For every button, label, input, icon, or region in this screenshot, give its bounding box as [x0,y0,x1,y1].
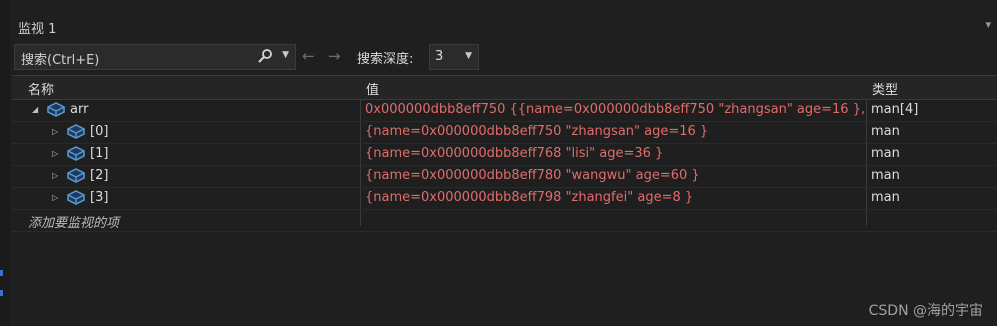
watermark: CSDN @海的宇宙 [868,303,983,319]
search-depth-label: 搜索深度: [357,52,414,67]
expand-triangle-icon[interactable]: ▷ [52,127,58,136]
row-name: [1] [90,146,109,161]
search-icon[interactable] [257,48,273,68]
row-name: [0] [90,124,109,139]
search-input[interactable]: 搜索(Ctrl+E) ▼ [14,44,296,70]
column-header-value[interactable]: 值 [366,79,379,98]
expand-triangle-icon[interactable]: ▷ [52,171,58,180]
watch-grid: 名称 值 类型 ◢ arr 0x000000dbb8eff750 {{name=… [12,75,997,232]
edge-marker [0,290,3,296]
row-value[interactable]: {name=0x000000dbb8eff750 "zhangsan" age=… [365,124,865,139]
object-icon [66,145,86,165]
expand-triangle-icon[interactable]: ▷ [52,149,58,158]
table-row[interactable]: ◢ arr 0x000000dbb8eff750 {{name=0x000000… [12,100,997,122]
grid-header: 名称 值 类型 [12,75,997,100]
column-header-type[interactable]: 类型 [872,79,898,98]
row-name: [2] [90,168,109,183]
search-depth-value: 3 [435,49,444,64]
search-options-chevron-down-icon[interactable]: ▼ [282,50,289,60]
row-type: man[4] [871,102,919,117]
column-header-name[interactable]: 名称 [28,79,54,98]
table-row[interactable]: ▷ [0] {name=0x000000dbb8eff750 "zhangsan… [12,122,997,144]
left-edge-strip [0,0,10,326]
search-depth-select[interactable]: 3 ▼ [429,44,479,70]
row-value[interactable]: {name=0x000000dbb8eff768 "lisi" age=36 } [365,146,865,161]
chevron-down-icon[interactable]: ▼ [465,51,472,61]
row-value[interactable]: 0x000000dbb8eff750 {{name=0x000000dbb8ef… [365,102,865,117]
object-icon [46,101,66,121]
search-forward-icon[interactable]: → [328,47,341,65]
row-name: [3] [90,190,109,205]
watch-window-titlebar: 监视 1 ▾ [10,14,997,42]
edge-marker [0,270,3,276]
add-watch-row[interactable]: 添加要监视的项 [12,210,997,232]
watch-toolbar: 搜索(Ctrl+E) ▼ ← → 搜索深度: 3 ▼ [10,42,997,72]
window-title: 监视 1 [18,22,57,37]
row-value[interactable]: {name=0x000000dbb8eff798 "zhangfei" age=… [365,190,865,205]
window-menu-icon[interactable]: ▾ [985,18,991,31]
table-row[interactable]: ▷ [3] {name=0x000000dbb8eff798 "zhangfei… [12,188,997,210]
table-row[interactable]: ▷ [1] {name=0x000000dbb8eff768 "lisi" ag… [12,144,997,166]
object-icon [66,123,86,143]
row-name: arr [70,102,89,117]
object-icon [66,167,86,187]
table-row[interactable]: ▷ [2] {name=0x000000dbb8eff780 "wangwu" … [12,166,997,188]
row-type: man [871,146,900,161]
row-type: man [871,190,900,205]
collapse-triangle-icon[interactable]: ◢ [32,105,38,114]
search-placeholder: 搜索(Ctrl+E) [21,53,100,68]
add-watch-placeholder[interactable]: 添加要监视的项 [28,212,119,231]
object-icon [66,189,86,209]
row-type: man [871,168,900,183]
search-back-icon[interactable]: ← [302,47,315,65]
expand-triangle-icon[interactable]: ▷ [52,193,58,202]
row-type: man [871,124,900,139]
row-value[interactable]: {name=0x000000dbb8eff780 "wangwu" age=60… [365,168,865,183]
